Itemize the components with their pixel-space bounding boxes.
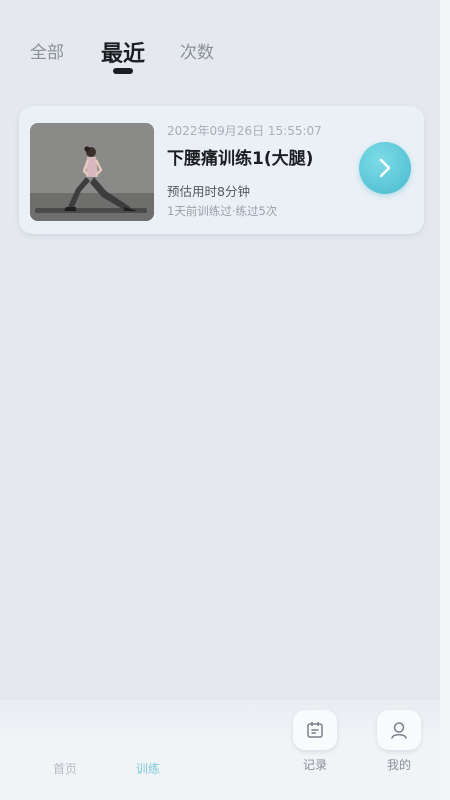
tab-all[interactable]: 全部 <box>30 38 64 63</box>
nav-training[interactable]: 训练 <box>118 700 178 800</box>
training-title: 下腰痛训练1(大腿) <box>167 149 314 169</box>
user-icon <box>391 722 407 739</box>
nav-records-label: 记录 <box>302 758 327 772</box>
nav-profile-label: 我的 <box>386 758 411 772</box>
nav-home-label: 首页 <box>52 762 77 776</box>
nav-profile-icon-box <box>377 710 421 750</box>
nav-home[interactable]: 首页 <box>35 700 95 800</box>
active-tab-indicator <box>113 68 133 74</box>
training-date: 2022年09月26日 15:55:07 <box>167 124 322 138</box>
nav-profile[interactable]: 我的 <box>369 700 429 800</box>
tab-recent[interactable]: 最近 <box>101 36 145 68</box>
training-history: 1天前训练过·练过5次 <box>167 204 278 218</box>
nav-training-label: 训练 <box>135 762 160 776</box>
kneeling-lunge-photo <box>30 123 154 221</box>
chevron-right-icon <box>379 158 391 178</box>
calendar-icon <box>307 722 323 738</box>
tab-count[interactable]: 次数 <box>180 38 214 63</box>
nav-records-icon-box <box>293 710 337 750</box>
training-thumbnail <box>30 123 154 221</box>
bottom-nav: 首页 训练 记录 我的 <box>0 700 440 800</box>
nav-records[interactable]: 记录 <box>285 700 345 800</box>
training-card[interactable]: 2022年09月26日 15:55:07 下腰痛训练1(大腿) 预估用时8分钟 … <box>19 106 424 234</box>
estimated-duration: 预估用时8分钟 <box>167 184 250 199</box>
start-training-button[interactable] <box>359 142 411 194</box>
right-edge-strip <box>440 0 450 800</box>
